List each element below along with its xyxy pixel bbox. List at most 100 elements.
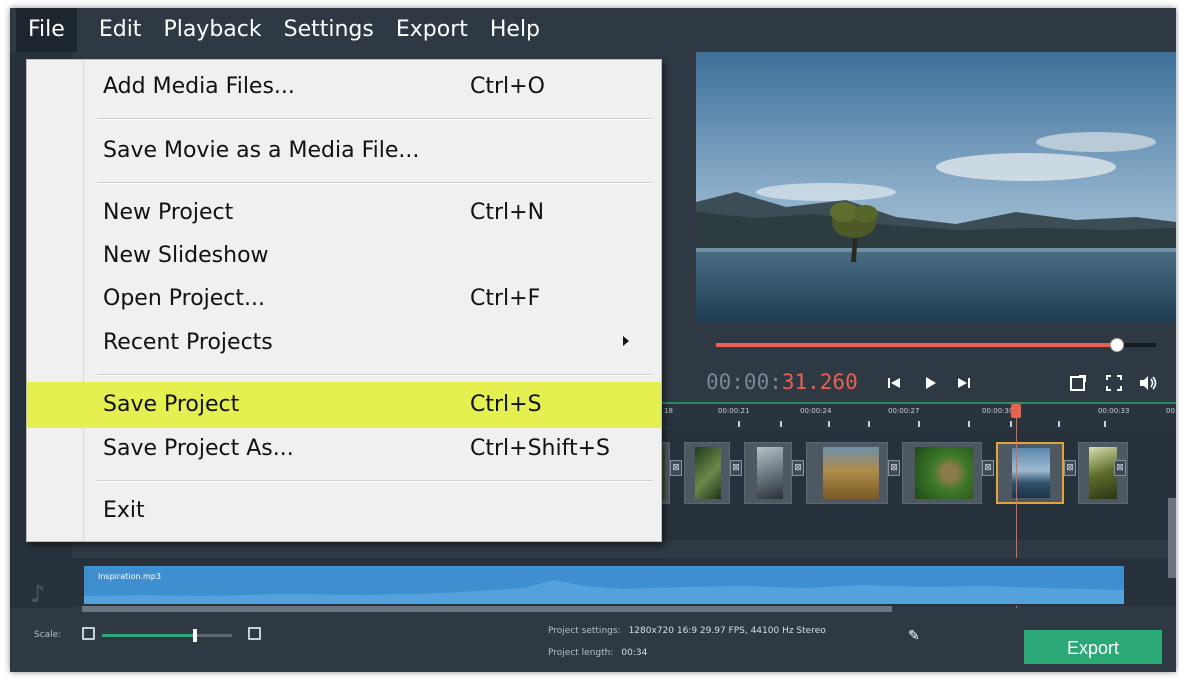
menu-item-exit[interactable]: Exit [27, 492, 661, 532]
timeline-horizontal-scrollbar[interactable] [82, 606, 892, 612]
menu-item-save-movie[interactable]: Save Movie as a Media File... [27, 132, 661, 172]
menu-item-shortcut: Ctrl+F [470, 286, 541, 311]
scale-slider[interactable] [102, 629, 232, 642]
menu-item-open-project[interactable]: Open Project... Ctrl+F [27, 280, 661, 320]
project-length-value: 00:34 [621, 648, 648, 658]
menu-separator [97, 480, 653, 482]
ruler-tick [828, 421, 830, 427]
ruler-tick [780, 421, 782, 427]
menu-item-label: Add Media Files... [103, 74, 295, 99]
project-settings-row: Project settings: 1280x720 16:9 29.97 FPS… [548, 626, 826, 636]
edit-pencil-icon[interactable]: ✎ [908, 628, 920, 644]
menu-item-label: Open Project... [103, 286, 266, 311]
menu-item-shortcut: Ctrl+Shift+S [470, 436, 610, 461]
project-length-label: Project length: [548, 648, 614, 658]
audio-waveform [84, 580, 1124, 604]
timecode-current: 31.260 [781, 370, 858, 394]
transition-icon[interactable]: ⊠ [1064, 460, 1076, 476]
menu-item-label: Save Movie as a Media File... [103, 138, 420, 163]
menu-item-recent-projects[interactable]: Recent Projects [27, 324, 661, 364]
project-settings-label: Project settings: [548, 626, 621, 636]
video-clip[interactable] [684, 442, 730, 504]
timeline-vertical-scrollbar[interactable] [1168, 498, 1176, 578]
fullscreen-icon[interactable] [1102, 371, 1126, 395]
app-window: File Edit Playback Settings Export Help [10, 8, 1176, 672]
audio-track: Inspiration.mp3 [72, 558, 1176, 606]
zoom-in-icon[interactable] [248, 627, 261, 640]
submenu-arrow-icon [623, 336, 629, 346]
transition-icon[interactable]: ⊠ [888, 460, 900, 476]
ruler-label: 00:00:24 [800, 407, 832, 415]
menu-item-save-project[interactable]: Save Project Ctrl+S [27, 382, 661, 428]
transition-icon[interactable]: ⊠ [1114, 460, 1126, 476]
menu-item-shortcut: Ctrl+O [470, 74, 545, 99]
ruler-tick [1058, 421, 1060, 427]
menu-separator [97, 374, 653, 376]
timecode-display: 00:00:31.260 [706, 370, 858, 394]
project-settings-value: 1280x720 16:9 29.97 FPS, 44100 Hz Stereo [628, 626, 826, 636]
ruler-label: 00:00:27 [888, 407, 920, 415]
transition-icon[interactable]: ⊠ [670, 460, 682, 476]
scale-slider-handle[interactable] [193, 629, 197, 642]
ruler-tick [918, 421, 920, 427]
ruler-tick [1010, 421, 1012, 427]
ruler-tick [738, 421, 740, 427]
audio-clip-name: Inspiration.mp3 [98, 572, 161, 581]
playback-progress-fill [716, 343, 1117, 347]
menu-playback[interactable]: Playback [141, 8, 261, 52]
menu-separator [97, 118, 653, 120]
zoom-out-icon[interactable] [82, 627, 95, 640]
music-note-icon: ♪ [30, 580, 46, 608]
timecode-prefix: 00:00: [706, 370, 782, 394]
video-clip[interactable] [744, 442, 792, 504]
ruler-label: 00 [1166, 407, 1175, 415]
menu-item-add-media[interactable]: Add Media Files... Ctrl+O [27, 68, 661, 108]
menu-file[interactable]: File [16, 8, 77, 52]
transition-icon[interactable]: ⊠ [792, 460, 804, 476]
ruler-tick [1104, 421, 1106, 427]
popout-icon[interactable] [1066, 371, 1090, 395]
video-clip[interactable] [806, 442, 888, 504]
play-icon[interactable] [918, 371, 942, 395]
menu-separator [97, 182, 653, 184]
menu-item-label: Save Project As... [103, 436, 294, 461]
transition-icon[interactable]: ⊠ [982, 460, 994, 476]
ruler-label: 00:00:33 [1098, 407, 1130, 415]
video-clip-selected[interactable] [996, 442, 1064, 504]
menu-item-label: New Slideshow [103, 243, 269, 268]
playback-progress-handle[interactable] [1110, 338, 1125, 352]
menu-help[interactable]: Help [468, 8, 540, 52]
ruler-tick [868, 421, 870, 427]
menu-item-new-slideshow[interactable]: New Slideshow [27, 237, 661, 277]
project-length-row: Project length: 00:34 [548, 648, 647, 658]
menu-bar: File Edit Playback Settings Export Help [10, 8, 1176, 52]
ruler-label: 18 [664, 407, 673, 415]
skip-back-icon[interactable] [882, 371, 906, 395]
skip-forward-icon[interactable] [952, 371, 976, 395]
audio-clip[interactable]: Inspiration.mp3 [84, 566, 1124, 604]
menu-export[interactable]: Export [374, 8, 468, 52]
menu-item-new-project[interactable]: New Project Ctrl+N [27, 194, 661, 234]
ruler-label: 00:00:21 [718, 407, 750, 415]
player-controls: 00:00:31.260 [696, 366, 1176, 402]
video-preview [696, 52, 1176, 322]
menu-item-save-project-as[interactable]: Save Project As... Ctrl+Shift+S [27, 430, 661, 470]
scale-slider-fill [102, 634, 193, 637]
preview-frame-image [696, 52, 1176, 322]
menu-item-label: Save Project [103, 392, 240, 417]
menu-item-label: New Project [103, 200, 234, 225]
menu-item-shortcut: Ctrl+N [470, 200, 545, 225]
menu-item-label: Recent Projects [103, 330, 273, 355]
status-bar: Scale: Project settings: 1280x720 16:9 29… [10, 614, 1176, 672]
menu-settings[interactable]: Settings [262, 8, 374, 52]
video-clip[interactable] [902, 442, 982, 504]
menu-edit[interactable]: Edit [77, 8, 142, 52]
playback-progress-bar[interactable] [716, 338, 1156, 352]
export-button[interactable]: Export [1024, 630, 1162, 664]
file-menu-dropdown: Add Media Files... Ctrl+O Save Movie as … [26, 59, 662, 542]
transition-icon[interactable]: ⊠ [730, 460, 742, 476]
ruler-label: 00:00:30 [982, 407, 1014, 415]
menu-item-label: Exit [103, 498, 145, 523]
volume-icon[interactable] [1136, 371, 1160, 395]
menu-item-shortcut: Ctrl+S [470, 392, 542, 417]
